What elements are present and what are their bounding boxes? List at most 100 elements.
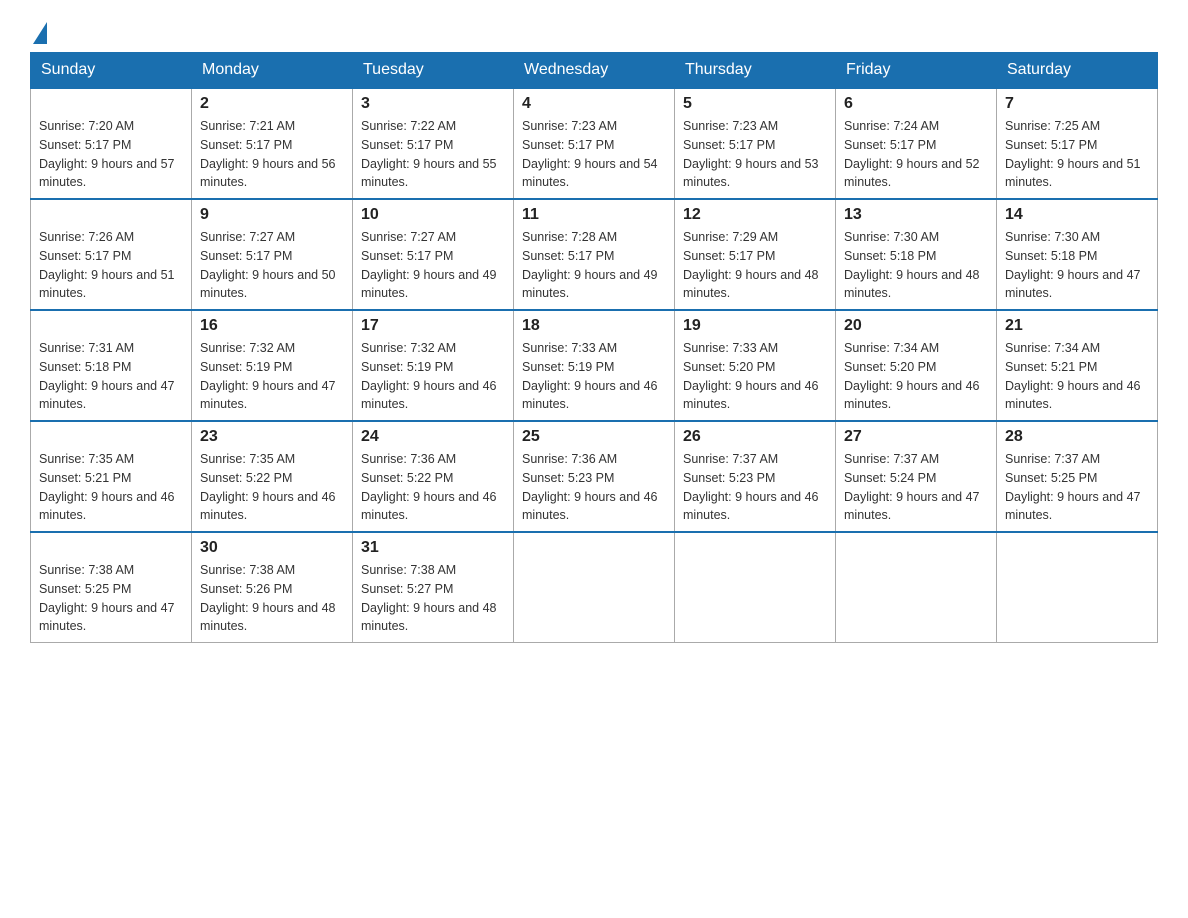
day-number: 27 [844,428,988,446]
day-number: 23 [200,428,344,446]
day-info: Sunrise: 7:27 AM Sunset: 5:17 PM Dayligh… [361,228,505,303]
calendar-cell: 9 Sunrise: 7:27 AM Sunset: 5:17 PM Dayli… [192,199,353,310]
header-saturday: Saturday [997,53,1158,89]
day-info: Sunrise: 7:35 AM Sunset: 5:21 PM Dayligh… [39,450,183,525]
calendar-cell: 6 Sunrise: 7:24 AM Sunset: 5:17 PM Dayli… [836,88,997,199]
day-number: 26 [683,428,827,446]
week-row-1: 1 Sunrise: 7:20 AM Sunset: 5:17 PM Dayli… [31,88,1158,199]
logo-triangle-icon [33,22,47,44]
day-info: Sunrise: 7:32 AM Sunset: 5:19 PM Dayligh… [200,339,344,414]
calendar-cell [836,532,997,643]
day-info: Sunrise: 7:20 AM Sunset: 5:17 PM Dayligh… [39,117,183,192]
header-monday: Monday [192,53,353,89]
day-number: 8 [39,206,183,224]
day-number: 2 [200,95,344,113]
calendar-cell: 29 Sunrise: 7:38 AM Sunset: 5:25 PM Dayl… [31,532,192,643]
day-info: Sunrise: 7:38 AM Sunset: 5:27 PM Dayligh… [361,561,505,636]
day-info: Sunrise: 7:33 AM Sunset: 5:20 PM Dayligh… [683,339,827,414]
week-row-4: 22 Sunrise: 7:35 AM Sunset: 5:21 PM Dayl… [31,421,1158,532]
day-number: 11 [522,206,666,224]
day-info: Sunrise: 7:35 AM Sunset: 5:22 PM Dayligh… [200,450,344,525]
day-number: 21 [1005,317,1149,335]
calendar-cell: 21 Sunrise: 7:34 AM Sunset: 5:21 PM Dayl… [997,310,1158,421]
day-info: Sunrise: 7:27 AM Sunset: 5:17 PM Dayligh… [200,228,344,303]
day-number: 14 [1005,206,1149,224]
day-info: Sunrise: 7:33 AM Sunset: 5:19 PM Dayligh… [522,339,666,414]
day-number: 7 [1005,95,1149,113]
day-number: 30 [200,539,344,557]
day-number: 1 [39,95,183,113]
day-info: Sunrise: 7:30 AM Sunset: 5:18 PM Dayligh… [1005,228,1149,303]
calendar-cell: 22 Sunrise: 7:35 AM Sunset: 5:21 PM Dayl… [31,421,192,532]
day-number: 28 [1005,428,1149,446]
calendar-cell [514,532,675,643]
header-tuesday: Tuesday [353,53,514,89]
day-info: Sunrise: 7:28 AM Sunset: 5:17 PM Dayligh… [522,228,666,303]
day-info: Sunrise: 7:34 AM Sunset: 5:21 PM Dayligh… [1005,339,1149,414]
day-info: Sunrise: 7:21 AM Sunset: 5:17 PM Dayligh… [200,117,344,192]
calendar-cell: 31 Sunrise: 7:38 AM Sunset: 5:27 PM Dayl… [353,532,514,643]
day-info: Sunrise: 7:24 AM Sunset: 5:17 PM Dayligh… [844,117,988,192]
day-info: Sunrise: 7:23 AM Sunset: 5:17 PM Dayligh… [683,117,827,192]
week-row-5: 29 Sunrise: 7:38 AM Sunset: 5:25 PM Dayl… [31,532,1158,643]
day-number: 29 [39,539,183,557]
day-number: 19 [683,317,827,335]
calendar-cell: 2 Sunrise: 7:21 AM Sunset: 5:17 PM Dayli… [192,88,353,199]
calendar-cell [997,532,1158,643]
logo [30,20,47,42]
calendar-cell: 15 Sunrise: 7:31 AM Sunset: 5:18 PM Dayl… [31,310,192,421]
calendar-cell: 17 Sunrise: 7:32 AM Sunset: 5:19 PM Dayl… [353,310,514,421]
calendar-cell: 12 Sunrise: 7:29 AM Sunset: 5:17 PM Dayl… [675,199,836,310]
calendar-cell: 1 Sunrise: 7:20 AM Sunset: 5:17 PM Dayli… [31,88,192,199]
day-info: Sunrise: 7:38 AM Sunset: 5:26 PM Dayligh… [200,561,344,636]
calendar-table: SundayMondayTuesdayWednesdayThursdayFrid… [30,52,1158,643]
day-info: Sunrise: 7:22 AM Sunset: 5:17 PM Dayligh… [361,117,505,192]
calendar-cell: 5 Sunrise: 7:23 AM Sunset: 5:17 PM Dayli… [675,88,836,199]
day-info: Sunrise: 7:32 AM Sunset: 5:19 PM Dayligh… [361,339,505,414]
day-info: Sunrise: 7:23 AM Sunset: 5:17 PM Dayligh… [522,117,666,192]
calendar-cell: 10 Sunrise: 7:27 AM Sunset: 5:17 PM Dayl… [353,199,514,310]
header-friday: Friday [836,53,997,89]
day-number: 13 [844,206,988,224]
calendar-cell: 30 Sunrise: 7:38 AM Sunset: 5:26 PM Dayl… [192,532,353,643]
day-info: Sunrise: 7:37 AM Sunset: 5:24 PM Dayligh… [844,450,988,525]
day-number: 18 [522,317,666,335]
day-info: Sunrise: 7:30 AM Sunset: 5:18 PM Dayligh… [844,228,988,303]
calendar-cell: 4 Sunrise: 7:23 AM Sunset: 5:17 PM Dayli… [514,88,675,199]
day-number: 4 [522,95,666,113]
calendar-cell: 24 Sunrise: 7:36 AM Sunset: 5:22 PM Dayl… [353,421,514,532]
day-info: Sunrise: 7:38 AM Sunset: 5:25 PM Dayligh… [39,561,183,636]
header-row: SundayMondayTuesdayWednesdayThursdayFrid… [31,53,1158,89]
calendar-cell: 7 Sunrise: 7:25 AM Sunset: 5:17 PM Dayli… [997,88,1158,199]
calendar-cell: 8 Sunrise: 7:26 AM Sunset: 5:17 PM Dayli… [31,199,192,310]
calendar-cell: 20 Sunrise: 7:34 AM Sunset: 5:20 PM Dayl… [836,310,997,421]
day-number: 6 [844,95,988,113]
day-number: 9 [200,206,344,224]
day-number: 15 [39,317,183,335]
day-number: 5 [683,95,827,113]
header-wednesday: Wednesday [514,53,675,89]
week-row-3: 15 Sunrise: 7:31 AM Sunset: 5:18 PM Dayl… [31,310,1158,421]
day-info: Sunrise: 7:36 AM Sunset: 5:23 PM Dayligh… [522,450,666,525]
calendar-cell: 26 Sunrise: 7:37 AM Sunset: 5:23 PM Dayl… [675,421,836,532]
header-sunday: Sunday [31,53,192,89]
day-number: 10 [361,206,505,224]
calendar-cell: 16 Sunrise: 7:32 AM Sunset: 5:19 PM Dayl… [192,310,353,421]
calendar-cell: 25 Sunrise: 7:36 AM Sunset: 5:23 PM Dayl… [514,421,675,532]
calendar-cell: 14 Sunrise: 7:30 AM Sunset: 5:18 PM Dayl… [997,199,1158,310]
calendar-cell: 18 Sunrise: 7:33 AM Sunset: 5:19 PM Dayl… [514,310,675,421]
calendar-cell: 13 Sunrise: 7:30 AM Sunset: 5:18 PM Dayl… [836,199,997,310]
day-info: Sunrise: 7:26 AM Sunset: 5:17 PM Dayligh… [39,228,183,303]
day-number: 25 [522,428,666,446]
day-number: 17 [361,317,505,335]
calendar-cell [675,532,836,643]
day-info: Sunrise: 7:37 AM Sunset: 5:25 PM Dayligh… [1005,450,1149,525]
day-number: 31 [361,539,505,557]
day-info: Sunrise: 7:31 AM Sunset: 5:18 PM Dayligh… [39,339,183,414]
day-number: 24 [361,428,505,446]
day-info: Sunrise: 7:29 AM Sunset: 5:17 PM Dayligh… [683,228,827,303]
day-info: Sunrise: 7:34 AM Sunset: 5:20 PM Dayligh… [844,339,988,414]
day-info: Sunrise: 7:37 AM Sunset: 5:23 PM Dayligh… [683,450,827,525]
calendar-cell: 23 Sunrise: 7:35 AM Sunset: 5:22 PM Dayl… [192,421,353,532]
week-row-2: 8 Sunrise: 7:26 AM Sunset: 5:17 PM Dayli… [31,199,1158,310]
